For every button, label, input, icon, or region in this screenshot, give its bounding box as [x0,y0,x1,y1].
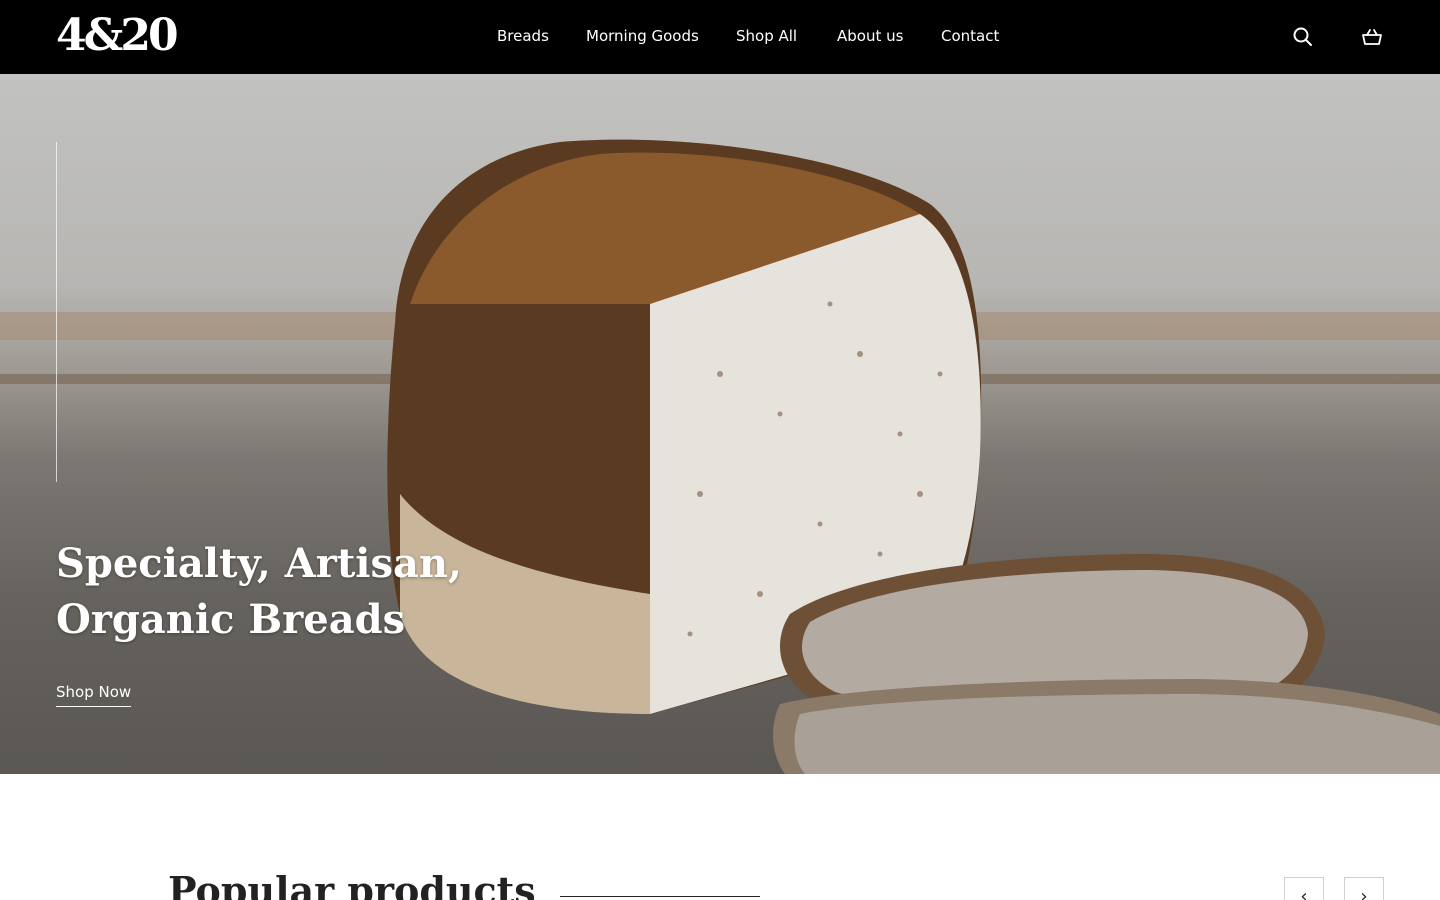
hero-banner: Specialty, Artisan, Organic Breads Shop … [0,74,1440,774]
search-icon[interactable] [1290,24,1316,50]
section-divider [560,896,760,897]
site-header: 4&20 Breads Morning Goods Shop All About… [0,0,1440,74]
nav-about-us[interactable]: About us [837,26,903,46]
nav-breads[interactable]: Breads [497,26,549,46]
hero-divider [56,142,57,482]
cart-icon[interactable] [1359,24,1385,50]
site-logo[interactable]: 4&20 [56,11,179,61]
hero-title: Specialty, Artisan, Organic Breads [56,540,462,643]
nav-shop-all[interactable]: Shop All [736,26,797,46]
popular-products-title: Popular products [168,868,536,900]
nav-contact[interactable]: Contact [941,26,999,46]
shop-now-link[interactable]: Shop Now [56,682,132,707]
carousel-next-button[interactable]: › [1344,877,1384,900]
nav-morning-goods[interactable]: Morning Goods [586,26,699,46]
carousel-prev-button[interactable]: ‹ [1284,877,1324,900]
chevron-right-icon: › [1360,886,1368,900]
chevron-left-icon: ‹ [1300,886,1308,900]
bread-loaf-image [0,139,1440,774]
